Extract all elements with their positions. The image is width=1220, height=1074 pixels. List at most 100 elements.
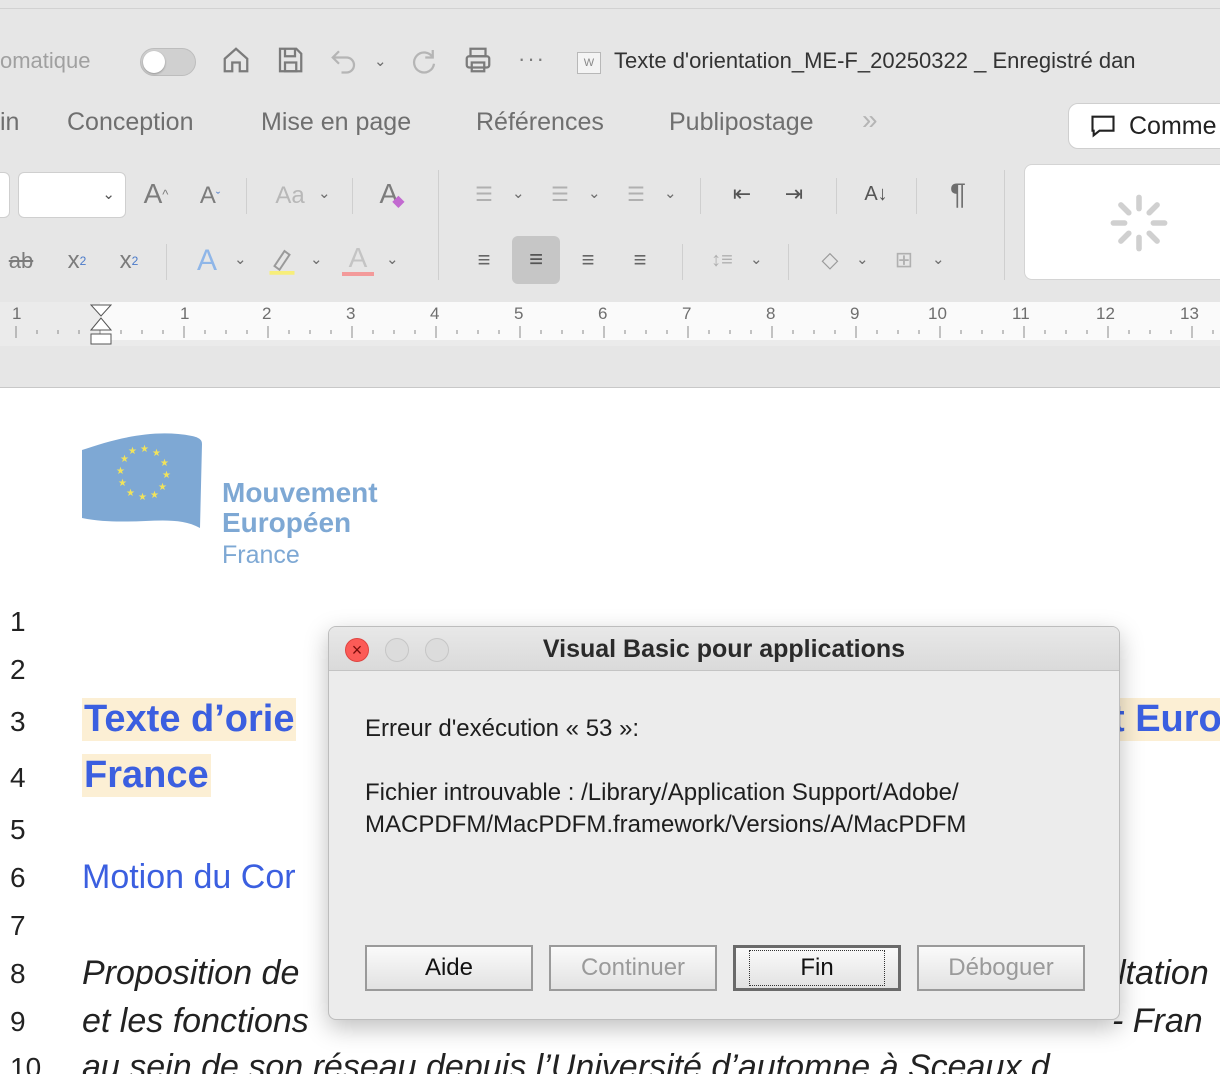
line-number: 7 xyxy=(10,910,26,941)
subscript-icon[interactable]: x2 xyxy=(60,244,94,278)
line-number: 5 xyxy=(10,814,26,845)
tab-publipostage[interactable]: Publipostage xyxy=(669,108,814,137)
eu-flag-logo: ★ ★★ ★★★ ★★★ ★★★ xyxy=(82,433,202,528)
line-number: 1 xyxy=(10,606,26,637)
line-number: 6 xyxy=(10,862,26,893)
undo-icon[interactable] xyxy=(326,42,362,78)
document-paragraph-line10: au sein de son réseau depuis l’Universit… xyxy=(82,1048,1050,1074)
borders-icon[interactable]: ⊞ xyxy=(884,242,924,278)
align-center-icon[interactable]: ≡ xyxy=(512,236,560,284)
comments-button[interactable]: Comme xyxy=(1068,103,1220,149)
indent-marker-icon[interactable] xyxy=(90,304,112,346)
tab-references[interactable]: Références xyxy=(476,108,604,137)
decrease-indent-icon[interactable]: ⇤ xyxy=(722,176,762,212)
logo-text-france: France xyxy=(222,541,300,569)
multilevel-list-chevron-icon[interactable]: ⌄ xyxy=(664,184,677,202)
svg-text:★: ★ xyxy=(116,466,125,477)
end-button-label: Fin xyxy=(749,950,885,986)
numbered-list-icon[interactable]: ☰ xyxy=(540,176,580,212)
close-icon[interactable]: × xyxy=(345,638,369,662)
ruler-number: 7 xyxy=(682,304,692,323)
change-case-icon[interactable]: Aa xyxy=(268,178,312,214)
svg-text:★: ★ xyxy=(126,488,135,499)
styles-gallery[interactable] xyxy=(1024,164,1220,280)
bullet-list-chevron-icon[interactable]: ⌄ xyxy=(512,184,525,202)
home-icon[interactable] xyxy=(218,42,254,78)
more-options-icon[interactable]: ··· xyxy=(518,46,546,72)
tab-conception[interactable]: Conception xyxy=(67,108,193,137)
more-tabs-icon[interactable]: » xyxy=(862,104,878,136)
error-message-line2: MACPDFM/MacPDFM.framework/Versions/A/Mac… xyxy=(365,811,967,838)
print-icon[interactable] xyxy=(460,42,496,78)
ruler-number: 1 xyxy=(180,304,190,323)
font-color-chevron-icon[interactable]: ⌄ xyxy=(386,250,399,268)
svg-text:★: ★ xyxy=(160,458,169,469)
borders-chevron-icon[interactable]: ⌄ xyxy=(932,250,945,268)
font-name-box-partial[interactable] xyxy=(0,172,10,218)
word-window: omatique ⌄ ··· W Texte d'orientation_ME-… xyxy=(0,0,1220,1074)
sort-icon[interactable]: A↓ xyxy=(856,174,896,214)
numbered-list-chevron-icon[interactable]: ⌄ xyxy=(588,184,601,202)
ruler-number: 13 xyxy=(1180,304,1199,323)
error-message-line1: Fichier introuvable : /Library/Applicati… xyxy=(365,779,959,806)
highlight-icon[interactable] xyxy=(264,242,300,280)
line-number: 10 xyxy=(10,1052,42,1074)
text-effects-icon[interactable]: A xyxy=(188,242,226,280)
clear-formatting-icon[interactable]: A ◆ xyxy=(372,174,412,214)
tab-mise-en-page[interactable]: Mise en page xyxy=(261,108,411,137)
document-subheading: Motion du Cor xyxy=(82,858,296,896)
superscript-icon[interactable]: x2 xyxy=(112,244,146,278)
ruler-number: 3 xyxy=(346,304,356,323)
increase-indent-icon[interactable]: ⇥ xyxy=(774,176,814,212)
ruler-number: 1 xyxy=(12,304,22,323)
grow-font-icon[interactable]: A ^ xyxy=(136,174,176,214)
minimize-icon xyxy=(385,638,409,662)
end-button[interactable]: Fin xyxy=(733,945,901,991)
font-size-chevron-icon: ⌄ xyxy=(102,186,115,203)
shrink-font-icon[interactable]: Aˇ xyxy=(192,178,228,214)
align-right-icon[interactable]: ≡ xyxy=(568,242,608,278)
ruler-number: 9 xyxy=(850,304,860,323)
logo-text-europeen: Européen xyxy=(222,507,352,538)
shading-icon[interactable]: ◇ xyxy=(810,242,850,278)
show-formatting-marks-icon[interactable]: ¶ xyxy=(938,176,978,214)
document-heading-line1-right: t Euro xyxy=(1110,698,1220,741)
comments-label: Comme xyxy=(1129,111,1217,140)
undo-dropdown-chevron-icon[interactable]: ⌄ xyxy=(374,52,387,70)
svg-text:★: ★ xyxy=(138,492,147,503)
help-button[interactable]: Aide xyxy=(365,945,533,991)
logo-text-mouvement: Mouvement xyxy=(222,477,378,508)
top-divider xyxy=(0,8,1220,9)
word-document-icon: W xyxy=(577,52,601,74)
justify-icon[interactable]: ≡ xyxy=(620,242,660,278)
multilevel-list-icon[interactable]: ☰ xyxy=(616,176,656,212)
document-paragraph-line9: et les fonctions xyxy=(82,1002,309,1040)
change-case-chevron-icon[interactable]: ⌄ xyxy=(318,184,331,202)
line-spacing-icon[interactable]: ↕≡ xyxy=(702,242,742,278)
font-size-select[interactable]: ⌄ xyxy=(18,172,126,218)
line-number: 4 xyxy=(10,762,26,793)
strikethrough-icon[interactable]: ab xyxy=(4,244,38,278)
debug-button[interactable]: Déboguer xyxy=(917,945,1085,991)
bullet-list-icon[interactable]: ☰ xyxy=(464,176,504,212)
autosave-label: omatique xyxy=(0,48,91,73)
redo-icon[interactable] xyxy=(406,42,442,78)
highlight-chevron-icon[interactable]: ⌄ xyxy=(310,250,323,268)
line-spacing-chevron-icon[interactable]: ⌄ xyxy=(750,250,763,268)
line-number: 3 xyxy=(10,706,26,737)
autosave-toggle[interactable] xyxy=(140,48,196,76)
continue-button[interactable]: Continuer xyxy=(549,945,717,991)
document-title: Texte d'orientation_ME-F_20250322 _ Enre… xyxy=(614,48,1136,73)
align-left-icon[interactable]: ≡ xyxy=(464,242,504,278)
tab-accueil-partial[interactable]: in xyxy=(0,108,19,137)
loading-spinner-icon xyxy=(1110,194,1168,252)
ruler-number: 11 xyxy=(1012,304,1030,323)
shading-chevron-icon[interactable]: ⌄ xyxy=(856,250,869,268)
text-effects-chevron-icon[interactable]: ⌄ xyxy=(234,250,247,268)
line-number: 9 xyxy=(10,1006,26,1037)
svg-text:★: ★ xyxy=(158,482,167,493)
font-color-icon[interactable]: A xyxy=(340,240,376,280)
save-icon[interactable] xyxy=(272,42,308,78)
ruler-number: 4 xyxy=(430,304,440,323)
document-paragraph-line9-right: - Fran xyxy=(1112,1002,1203,1040)
